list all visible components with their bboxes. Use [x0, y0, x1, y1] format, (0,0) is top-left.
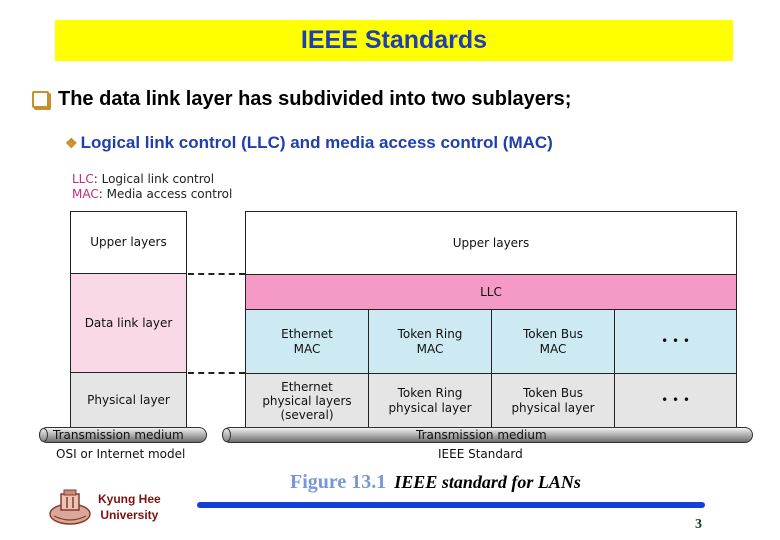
osi-model-caption: OSI or Internet model	[56, 447, 186, 461]
dashed-connector-top	[188, 273, 245, 275]
ieee-standard-caption: IEEE Standard	[438, 447, 523, 461]
dashed-connector-bottom	[188, 372, 245, 374]
diamond-bullet-icon: ❖	[65, 134, 78, 151]
ieee-llc-sublayer: LLC	[245, 274, 737, 310]
page-number: 3	[695, 517, 702, 532]
footer-divider-line	[197, 502, 705, 508]
sub-bullet-text: Logical link control (LLC) and media acc…	[80, 133, 553, 152]
legend-item-llc: LLC: Logical link control	[72, 172, 215, 186]
osi-upper-layers: Upper layers	[70, 211, 187, 274]
osi-transmission-medium-pipe: Transmission medium	[39, 427, 207, 443]
ethernet-mac: Ethernet MAC	[245, 309, 369, 374]
osi-physical-layer: Physical layer	[70, 372, 187, 428]
token-ring-mac: Token Ring MAC	[368, 309, 492, 374]
slide-title-bar: IEEE Standards	[55, 20, 733, 61]
ieee-transmission-medium-pipe: Transmission medium	[222, 427, 753, 443]
university-name: Kyung Hee University	[98, 492, 161, 522]
pipe-end-cap	[39, 428, 48, 442]
diagram-legend: LLC: Logical link control MAC: Media acc…	[72, 172, 232, 202]
ieee-upper-layers: Upper layers	[245, 211, 737, 275]
square-bullet-icon	[32, 91, 49, 108]
token-bus-physical-layer: Token Bus physical layer	[491, 373, 615, 428]
slide-title: IEEE Standards	[300, 26, 488, 54]
other-mac-ellipsis: • • •	[614, 309, 737, 374]
main-bullet-text: The data link layer has subdivided into …	[58, 88, 572, 110]
figure-caption: Figure 13.1 IEEE standard for LANs	[290, 471, 581, 493]
pipe-end-cap	[222, 428, 231, 442]
osi-data-link-layer: Data link layer	[70, 273, 187, 373]
university-logo-icon	[49, 489, 91, 525]
token-bus-mac: Token Bus MAC	[491, 309, 615, 374]
main-bullet: The data link layer has subdivided into …	[32, 88, 571, 111]
other-physical-ellipsis: • • •	[614, 373, 737, 428]
legend-item-mac: MAC: Media access control	[72, 187, 233, 201]
sub-bullet: ❖ Logical link control (LLC) and media a…	[65, 133, 553, 153]
ethernet-physical-layers: Ethernet physical layers (several)	[245, 373, 369, 428]
token-ring-physical-layer: Token Ring physical layer	[368, 373, 492, 428]
